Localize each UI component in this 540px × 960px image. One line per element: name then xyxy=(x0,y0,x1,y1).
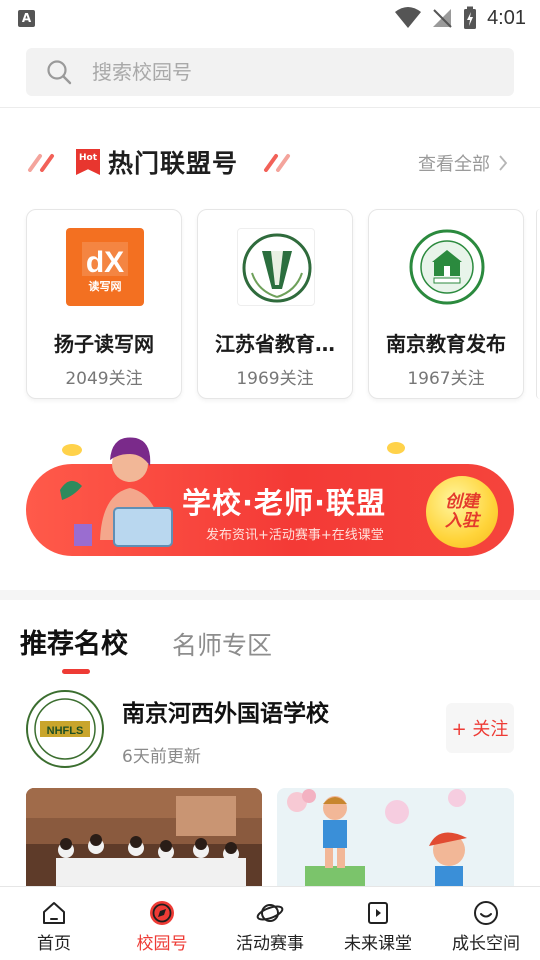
banner-title: 学校·老师·联盟 xyxy=(182,486,387,520)
play-book-icon xyxy=(368,902,388,924)
card-followers: 1969关注 xyxy=(236,369,314,389)
school-photo[interactable] xyxy=(26,788,262,888)
yangzi-logo: dX 读写网 xyxy=(66,228,144,306)
smile-icon xyxy=(474,901,498,925)
home-icon xyxy=(43,902,65,924)
teacher-illustration xyxy=(60,437,173,547)
alliance-card[interactable]: 南京教育发布 1967关注 xyxy=(368,209,524,399)
nav-future-class[interactable]: 未来课堂 xyxy=(324,887,432,960)
banner-subtitle: 发布资讯+活动赛事+在线课堂 xyxy=(206,528,384,543)
card-followers: 1967关注 xyxy=(407,369,485,389)
search-bar[interactable] xyxy=(26,48,514,96)
alliance-card[interactable]: 江苏省教育… 1969关注 xyxy=(197,209,353,399)
search-input[interactable] xyxy=(92,60,472,84)
school-update-time: 6天前更新 xyxy=(122,747,201,767)
nav-events[interactable]: 活动赛事 xyxy=(216,887,324,960)
next-card-edge xyxy=(536,209,540,399)
tab-famous-teachers[interactable]: 名师专区 xyxy=(172,626,272,662)
nav-label: 活动赛事 xyxy=(236,934,304,954)
nav-campus[interactable]: 校园号 xyxy=(108,887,216,960)
nav-label: 未来课堂 xyxy=(344,934,412,954)
section-separator xyxy=(0,590,540,600)
clock: 4:01 xyxy=(487,6,526,29)
decorative-slashes-icon xyxy=(264,154,290,172)
wifi-icon xyxy=(395,7,422,28)
create-join-button[interactable]: 创建 入驻 xyxy=(426,476,498,548)
compass-icon xyxy=(150,901,174,925)
bottom-navigation: 首页 校园号 活动赛事 未来课堂 成长空间 xyxy=(0,886,540,960)
join-banner[interactable]: 学校·老师·联盟 发布资讯+活动赛事+在线课堂 创建 入驻 xyxy=(26,430,514,560)
nav-label: 首页 xyxy=(37,934,71,954)
nav-growth-space[interactable]: 成长空间 xyxy=(432,887,540,960)
search-icon xyxy=(47,60,72,85)
section-title: 热门联盟号 xyxy=(108,149,239,178)
chevron-right-icon xyxy=(499,155,508,171)
card-name: 扬子读写网 xyxy=(54,332,154,356)
nav-label: 成长空间 xyxy=(452,934,520,954)
school-illustration[interactable] xyxy=(277,788,514,888)
hot-section-header: Hot 热门联盟号 查看全部 xyxy=(26,140,514,184)
view-all-label: 查看全部 xyxy=(418,154,490,175)
nav-home[interactable]: 首页 xyxy=(0,887,108,960)
decorative-slashes-icon xyxy=(28,154,54,172)
cta-line-2: 入驻 xyxy=(445,511,479,531)
view-all-link[interactable]: 查看全部 xyxy=(418,150,508,176)
follow-button[interactable]: + 关注 xyxy=(446,703,514,753)
no-signal-icon xyxy=(433,9,452,28)
school-logo[interactable]: NHFLS xyxy=(26,690,104,768)
nav-label: 校园号 xyxy=(136,934,188,954)
cta-line-1: 创建 xyxy=(445,492,479,512)
active-tab-indicator xyxy=(62,669,90,674)
card-name: 南京教育发布 xyxy=(386,332,506,356)
logo-mark: dX xyxy=(86,246,124,279)
header-divider xyxy=(0,107,540,108)
card-followers: 2049关注 xyxy=(65,369,143,389)
school-name[interactable]: 南京河西外国语学校 xyxy=(122,694,329,728)
notification-app-icon: A xyxy=(18,10,35,27)
tab-recommended-schools[interactable]: 推荐名校 xyxy=(20,622,128,661)
nanjing-education-logo xyxy=(408,228,486,306)
jiangsu-education-logo xyxy=(237,228,315,306)
hot-badge-icon: Hot xyxy=(76,149,100,175)
coin-icon xyxy=(387,442,405,454)
alliance-card-list: dX 读写网 扬子读写网 2049关注 江苏省教育… 1969关注 南京教育发布… xyxy=(26,209,540,401)
status-icons: 4:01 xyxy=(395,6,526,30)
status-bar: A 4:01 xyxy=(0,0,540,36)
logo-text: 读写网 xyxy=(89,279,122,293)
card-name: 江苏省教育… xyxy=(215,332,335,356)
planet-icon xyxy=(256,904,284,922)
battery-charging-icon xyxy=(464,6,477,29)
alliance-card[interactable]: dX 读写网 扬子读写网 2049关注 xyxy=(26,209,182,399)
school-logo-text: NHFLS xyxy=(47,725,84,737)
